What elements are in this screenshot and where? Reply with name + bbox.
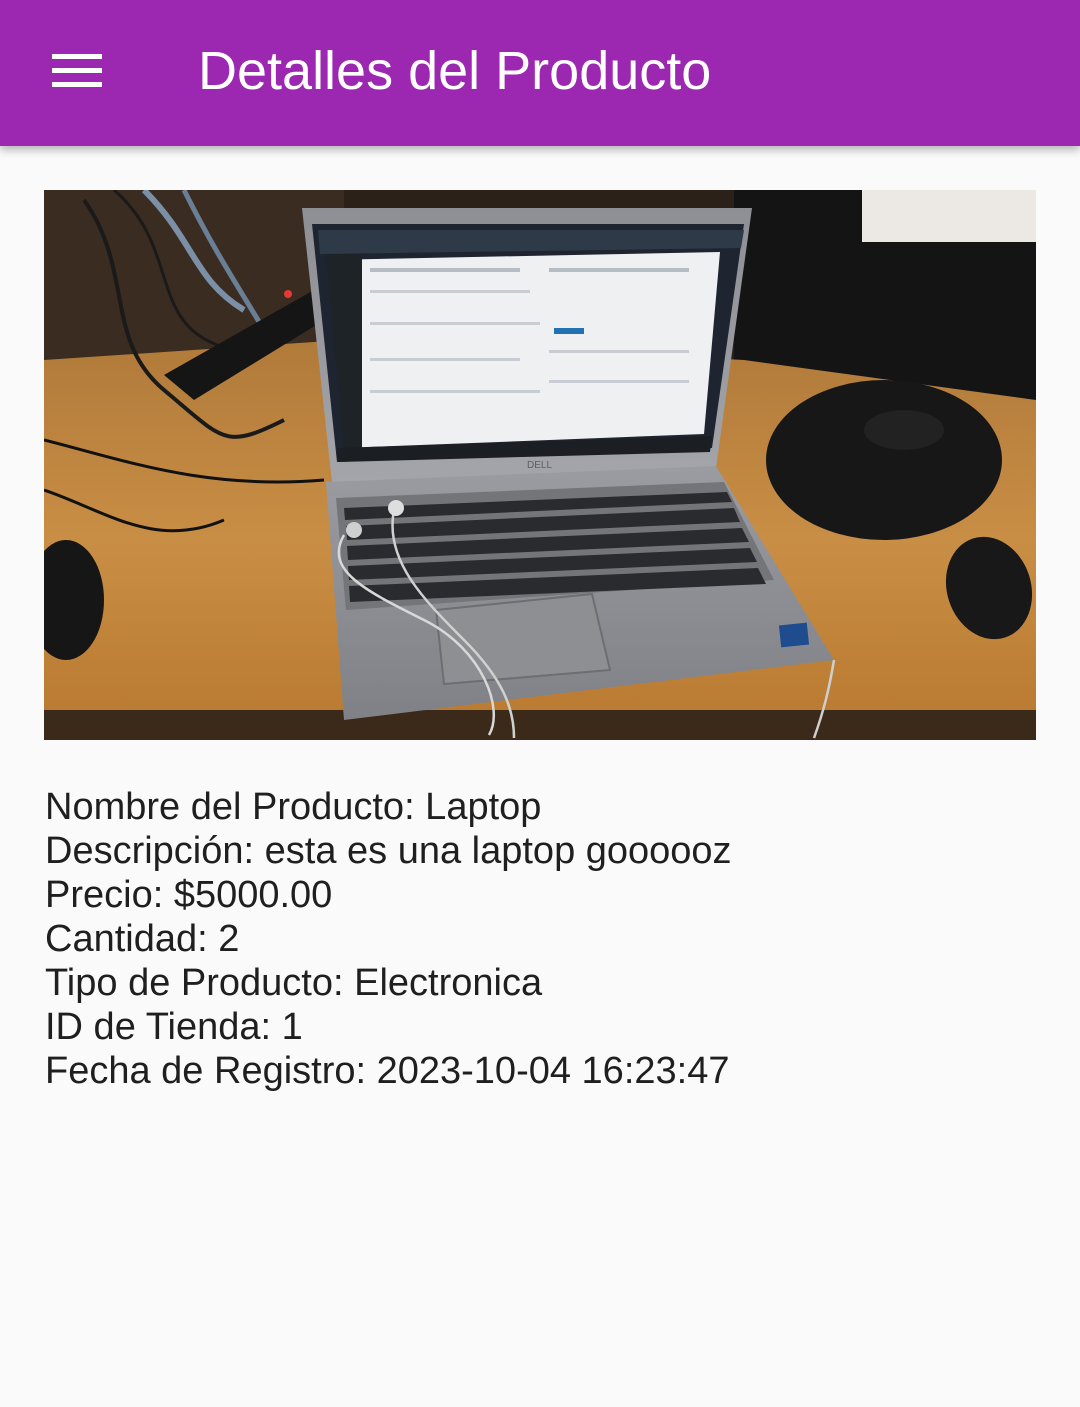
svg-text:DELL: DELL <box>527 460 552 471</box>
product-type: Tipo de Producto: Electronica <box>45 962 543 1004</box>
product-details: Nombre del Producto: Laptop Descripción:… <box>45 785 1035 1093</box>
product-name: Nombre del Producto: Laptop <box>45 786 542 828</box>
menu-line <box>52 54 102 59</box>
store-id: ID de Tienda: 1 <box>45 1006 303 1048</box>
registration-date: Fecha de Registro: 2023-10-04 16:23:47 <box>45 1050 730 1092</box>
menu-line <box>52 68 102 73</box>
hamburger-menu-icon[interactable] <box>38 37 116 103</box>
product-image: DELL <box>44 190 1036 740</box>
product-price: Precio: $5000.00 <box>45 874 333 916</box>
product-description: Descripción: esta es una laptop goooooz <box>45 830 732 872</box>
menu-line <box>52 82 102 87</box>
app-bar: Detalles del Producto <box>0 0 1080 146</box>
product-quantity: Cantidad: 2 <box>45 918 240 960</box>
page-title: Detalles del Producto <box>198 41 712 101</box>
